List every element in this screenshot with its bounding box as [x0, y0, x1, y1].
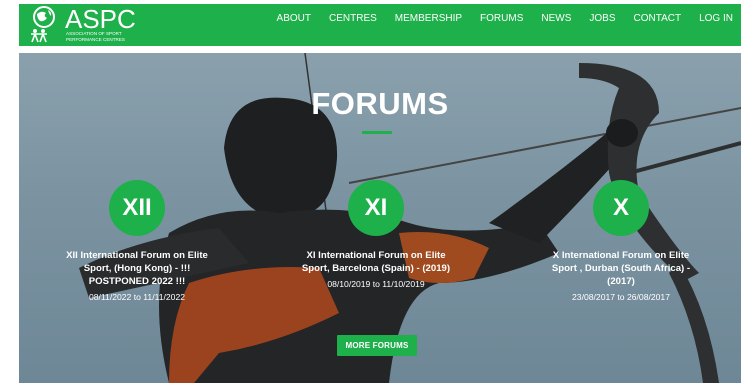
page-title: FORUMS [311, 86, 449, 121]
forum-dates: 08/10/2019 to 11/10/2019 [327, 279, 425, 289]
forum-dates: 23/08/2017 to 26/08/2017 [572, 292, 670, 302]
nav-centres[interactable]: CENTRES [329, 13, 377, 24]
forum-badge: XII [109, 180, 165, 236]
forum-title[interactable]: XII International Forum on Elite Sport, … [57, 249, 217, 288]
nav-forums[interactable]: FORUMS [480, 13, 523, 24]
globe-people-icon [31, 6, 55, 43]
forum-badge: XI [348, 180, 404, 236]
nav-membership[interactable]: MEMBERSHIP [395, 13, 462, 24]
forum-dates: 08/11/2022 to 11/11/2022 [88, 292, 186, 302]
nav-contact[interactable]: CONTACT [634, 13, 682, 24]
title-underline [362, 131, 392, 134]
nav-jobs[interactable]: JOBS [589, 13, 615, 24]
forums-hero: FORUMS XII XII International Forum on El… [19, 53, 741, 383]
nav-login[interactable]: LOG IN [699, 13, 733, 24]
forum-card-x[interactable]: X X International Forum on Elite Sport ,… [541, 180, 701, 303]
forum-card-xii[interactable]: XII XII International Forum on Elite Spo… [57, 180, 217, 303]
more-forums-button[interactable]: MORE FORUMS [337, 335, 417, 356]
nav-news[interactable]: NEWS [541, 13, 571, 24]
aspc-logo[interactable]: ASPC ASSOCIATION OF SPORT PERFORMANCE CE… [29, 4, 149, 45]
brand-tagline: ASSOCIATION OF SPORT PERFORMANCE CENTRES [66, 31, 125, 42]
main-menu: ABOUT CENTRES MEMBERSHIP FORUMS NEWS JOB… [259, 4, 733, 32]
forum-card-xi[interactable]: XI XI International Forum on Elite Sport… [296, 180, 456, 290]
nav-about[interactable]: ABOUT [277, 13, 311, 24]
forum-title[interactable]: XI International Forum on Elite Sport, B… [296, 249, 456, 275]
forum-badge: X [593, 180, 649, 236]
top-navbar: ASPC ASSOCIATION OF SPORT PERFORMANCE CE… [19, 4, 741, 46]
forum-title[interactable]: X International Forum on Elite Sport , D… [541, 249, 701, 288]
